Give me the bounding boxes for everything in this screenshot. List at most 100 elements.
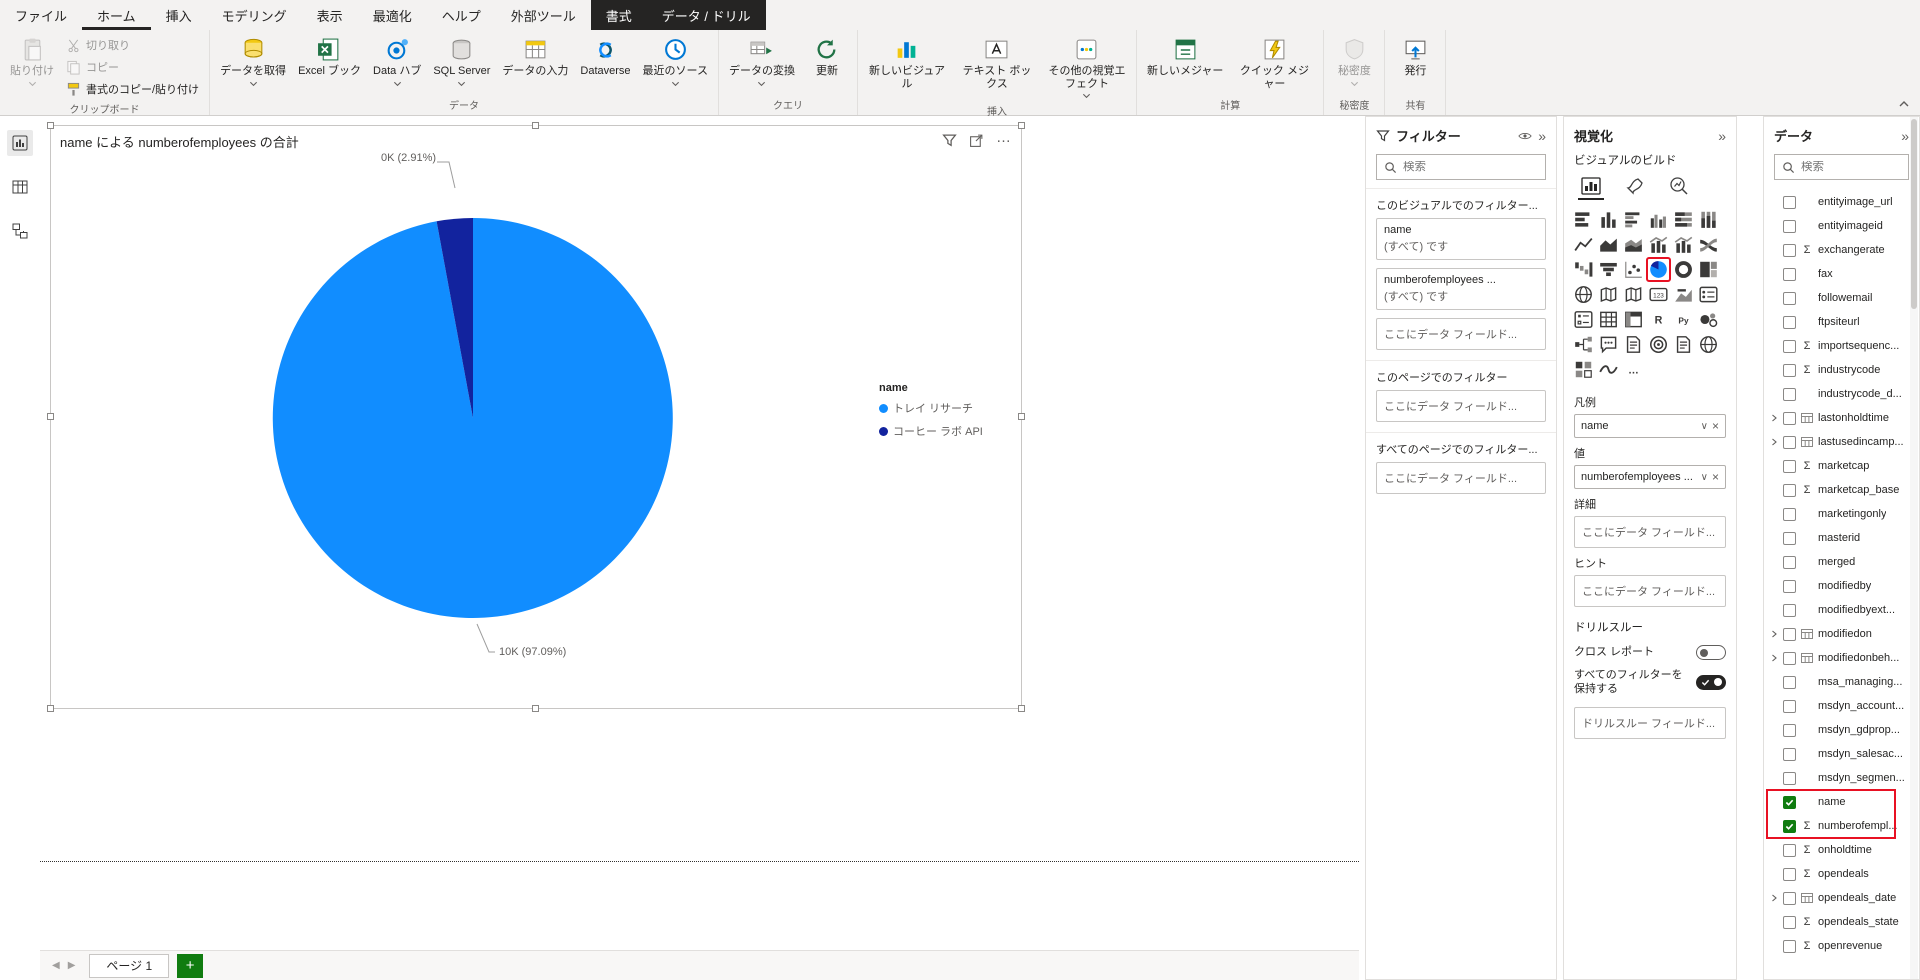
field-row[interactable]: ftpsiteurl bbox=[1764, 310, 1919, 334]
ribbon-button[interactable]: 最近のソース bbox=[638, 33, 713, 95]
field-checkbox[interactable] bbox=[1783, 291, 1796, 305]
field-checkbox[interactable] bbox=[1783, 651, 1796, 665]
ribbon-button[interactable]: Data ハブ bbox=[368, 33, 426, 95]
field-row[interactable]: entityimage_url bbox=[1764, 190, 1919, 214]
more-visuals-visual-button[interactable]: … bbox=[1622, 358, 1645, 381]
ribbon-tab[interactable]: データ / ドリル bbox=[646, 0, 766, 30]
matrix-visual-button[interactable] bbox=[1622, 308, 1645, 331]
scatter-chart-visual-button[interactable] bbox=[1622, 258, 1645, 281]
data-search-input[interactable] bbox=[1801, 161, 1901, 173]
ribbon-tab[interactable]: ホーム bbox=[82, 0, 151, 30]
resize-handle[interactable] bbox=[47, 705, 54, 712]
field-row[interactable]: opendeals_date bbox=[1764, 886, 1919, 910]
field-checkbox[interactable] bbox=[1783, 723, 1796, 737]
filter-drop-zone[interactable]: ここにデータ フィールド... bbox=[1376, 462, 1546, 494]
field-checkbox[interactable] bbox=[1783, 915, 1796, 929]
field-row[interactable]: msdyn_account... bbox=[1764, 694, 1919, 718]
ribbon-button[interactable]: 新しいメジャー bbox=[1142, 33, 1228, 95]
collapse-pane-icon[interactable]: » bbox=[1538, 128, 1546, 144]
field-checkbox[interactable] bbox=[1783, 579, 1796, 593]
resize-handle[interactable] bbox=[47, 413, 54, 420]
metrics-visual-button[interactable] bbox=[1647, 333, 1670, 356]
field-checkbox[interactable] bbox=[1783, 843, 1796, 857]
eye-icon[interactable] bbox=[1518, 129, 1532, 143]
field-checkbox[interactable] bbox=[1783, 435, 1796, 449]
funnel-chart-visual-button[interactable] bbox=[1597, 258, 1620, 281]
field-row[interactable]: masterid bbox=[1764, 526, 1919, 550]
field-row[interactable]: msa_managing... bbox=[1764, 670, 1919, 694]
build-visual-tab[interactable] bbox=[1578, 174, 1604, 200]
field-row[interactable]: lastusedincamp... bbox=[1764, 430, 1919, 454]
focus-mode-icon[interactable] bbox=[969, 133, 984, 148]
stacked-area-chart-visual-button[interactable] bbox=[1622, 233, 1645, 256]
filter-drop-zone[interactable]: ここにデータ フィールド... bbox=[1376, 318, 1546, 350]
details-drop-zone[interactable]: ここにデータ フィールド... bbox=[1574, 516, 1726, 548]
field-row[interactable]: modifiedby bbox=[1764, 574, 1919, 598]
filters-search-input[interactable] bbox=[1403, 161, 1538, 173]
collapse-ribbon-icon[interactable] bbox=[1896, 97, 1912, 111]
clustered-column-chart-visual-button[interactable] bbox=[1647, 208, 1670, 231]
100-stacked-column-chart-visual-button[interactable] bbox=[1697, 208, 1720, 231]
area-chart-visual-button[interactable] bbox=[1597, 233, 1620, 256]
field-row[interactable]: Σmarketcap bbox=[1764, 454, 1919, 478]
expand-chevron-icon[interactable] bbox=[1770, 414, 1779, 422]
report-canvas[interactable]: name による numberofemployees の合計 … 0K (2.9… bbox=[40, 116, 1359, 980]
field-checkbox[interactable] bbox=[1783, 627, 1796, 641]
model-view-button[interactable] bbox=[7, 218, 33, 244]
field-checkbox[interactable] bbox=[1783, 267, 1796, 281]
report-view-button[interactable] bbox=[7, 130, 33, 156]
filter-card[interactable]: name (すべて) です bbox=[1376, 218, 1546, 260]
r-script-visual-visual-button[interactable]: R bbox=[1647, 308, 1670, 331]
ribbon-button[interactable]: その他の視覚エフェクト bbox=[1043, 33, 1131, 101]
field-checkbox[interactable] bbox=[1783, 771, 1796, 785]
expand-chevron-icon[interactable] bbox=[1770, 438, 1779, 446]
power-apps-visual-button[interactable] bbox=[1572, 358, 1595, 381]
decomposition-tree-visual-button[interactable] bbox=[1572, 333, 1595, 356]
resize-handle[interactable] bbox=[532, 122, 539, 129]
field-checkbox[interactable] bbox=[1783, 387, 1796, 401]
field-row[interactable]: Σindustrycode bbox=[1764, 358, 1919, 382]
tooltips-drop-zone[interactable]: ここにデータ フィールド... bbox=[1574, 575, 1726, 607]
ribbon-button[interactable]: データを取得 bbox=[215, 33, 291, 95]
data-search[interactable] bbox=[1774, 154, 1909, 180]
field-checkbox[interactable] bbox=[1783, 867, 1796, 881]
field-checkbox[interactable] bbox=[1783, 531, 1796, 545]
ribbon-button[interactable]: SQL Server bbox=[428, 33, 495, 95]
field-checkbox[interactable] bbox=[1783, 747, 1796, 761]
ribbon-tab[interactable]: 挿入 bbox=[151, 0, 207, 30]
ribbon-tab[interactable]: 最適化 bbox=[358, 0, 427, 30]
field-row[interactable]: marketingonly bbox=[1764, 502, 1919, 526]
field-checkbox[interactable] bbox=[1783, 483, 1796, 497]
expand-chevron-icon[interactable] bbox=[1770, 630, 1779, 638]
ribbon-tab[interactable]: 表示 bbox=[302, 0, 358, 30]
donut-chart-visual-button[interactable] bbox=[1672, 258, 1695, 281]
analytics-tab[interactable] bbox=[1666, 174, 1692, 200]
ribbon-button[interactable]: Excel ブック bbox=[293, 33, 366, 95]
field-checkbox[interactable] bbox=[1783, 363, 1796, 377]
field-row[interactable]: Σopendeals bbox=[1764, 862, 1919, 886]
remove-field-icon[interactable]: × bbox=[1712, 470, 1719, 484]
field-checkbox[interactable] bbox=[1783, 891, 1796, 905]
line-stacked-column-chart-visual-button[interactable] bbox=[1647, 233, 1670, 256]
field-row[interactable]: Σimportsequenc... bbox=[1764, 334, 1919, 358]
treemap-visual-button[interactable] bbox=[1697, 258, 1720, 281]
field-row[interactable]: msdyn_segmen... bbox=[1764, 766, 1919, 790]
field-row[interactable]: Σonholdtime bbox=[1764, 838, 1919, 862]
field-checkbox[interactable] bbox=[1783, 507, 1796, 521]
field-row[interactable]: Σopenrevenue bbox=[1764, 934, 1919, 958]
pie-chart-visual[interactable]: name による numberofemployees の合計 … 0K (2.9… bbox=[47, 122, 1025, 712]
ribbon-button[interactable]: 新しいビジュアル bbox=[863, 33, 951, 101]
field-checkbox[interactable] bbox=[1783, 555, 1796, 569]
filled-map-visual-button[interactable] bbox=[1597, 283, 1620, 306]
kpi-visual-button[interactable] bbox=[1672, 283, 1695, 306]
field-row[interactable]: fax bbox=[1764, 262, 1919, 286]
key-influencers-visual-button[interactable] bbox=[1697, 308, 1720, 331]
next-page-icon[interactable]: ▶ bbox=[68, 960, 76, 971]
stacked-column-chart-visual-button[interactable] bbox=[1597, 208, 1620, 231]
clustered-bar-chart-visual-button[interactable] bbox=[1622, 208, 1645, 231]
expand-chevron-icon[interactable] bbox=[1770, 654, 1779, 662]
ribbon-button[interactable]: データの入力 bbox=[497, 33, 573, 95]
ribbon-button[interactable]: 更新 bbox=[802, 33, 852, 95]
format-visual-tab[interactable] bbox=[1622, 174, 1648, 200]
field-row[interactable]: industrycode_d... bbox=[1764, 382, 1919, 406]
